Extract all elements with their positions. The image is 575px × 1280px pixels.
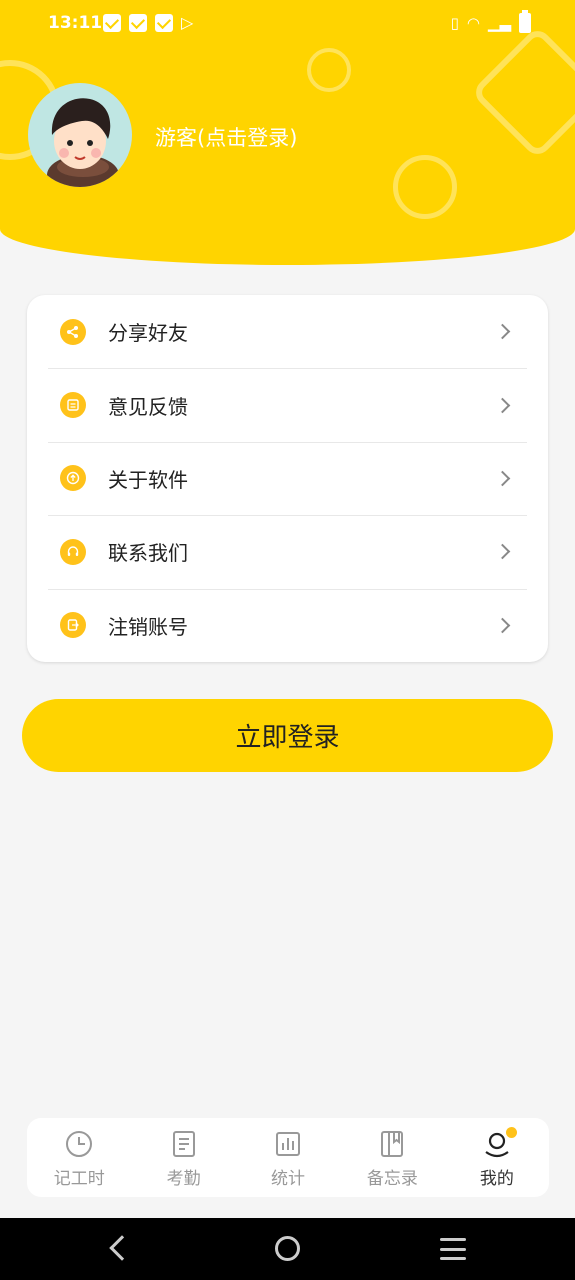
feedback-icon — [60, 392, 86, 419]
tab-work-hours[interactable]: 记工时 — [27, 1118, 131, 1197]
status-bar: 13:11 ▷ ▯ ◠ ▁▃ — [0, 0, 575, 48]
menu-item-about[interactable]: 关于软件 — [27, 441, 548, 515]
battery-icon — [519, 10, 531, 33]
headset-icon — [60, 538, 86, 565]
notebook-icon — [378, 1130, 406, 1158]
tab-label: 我的 — [479, 1169, 514, 1189]
back-icon[interactable] — [109, 1235, 135, 1261]
clock-icon — [65, 1130, 93, 1158]
status-indicators: ▯ ◠ ▁▃ — [450, 10, 531, 33]
profile-header: 13:11 ▷ ▯ ◠ ▁▃ 游客(点击登录) — [0, 0, 575, 265]
mail-icon — [129, 14, 147, 32]
tab-label: 统计 — [271, 1169, 306, 1189]
menu-label: 意见反馈 — [108, 394, 188, 419]
home-icon[interactable] — [275, 1236, 300, 1261]
active-indicator-dot — [505, 1127, 517, 1138]
play-store-icon: ▷ — [181, 13, 194, 32]
menu-label: 分享好友 — [108, 321, 188, 346]
menu-item-contact[interactable]: 联系我们 — [27, 515, 548, 588]
document-icon — [170, 1130, 198, 1158]
menu-item-delete-account[interactable]: 注销账号 — [27, 588, 548, 662]
system-nav-bar — [0, 1218, 575, 1280]
menu-label: 注销账号 — [108, 614, 188, 639]
about-icon — [60, 465, 86, 492]
tab-label: 备忘录 — [366, 1169, 418, 1189]
status-time: 13:11 — [48, 13, 103, 33]
chevron-right-icon — [494, 544, 511, 560]
menu-label: 联系我们 — [108, 541, 188, 566]
menu-item-share[interactable]: 分享好友 — [27, 295, 548, 368]
tab-memo[interactable]: 备忘录 — [340, 1118, 444, 1197]
login-button[interactable]: 立即登录 — [22, 699, 553, 772]
bar-chart-icon — [274, 1130, 302, 1158]
share-icon — [60, 318, 86, 345]
tab-attendance[interactable]: 考勤 — [131, 1118, 235, 1197]
decor-circle — [393, 155, 457, 219]
chevron-right-icon — [494, 617, 511, 634]
mail-icon — [155, 14, 173, 32]
chevron-right-icon — [494, 323, 511, 340]
menu-item-feedback[interactable]: 意见反馈 — [27, 368, 548, 441]
avatar[interactable] — [28, 83, 132, 187]
menu-label: 关于软件 — [108, 467, 188, 492]
vibrate-icon: ▯ — [450, 14, 459, 32]
chevron-right-icon — [494, 397, 511, 413]
tab-label: 记工时 — [53, 1169, 105, 1189]
bottom-tab-bar: 记工时 考勤 统计 备忘录 我的 — [27, 1118, 549, 1197]
decor-circle — [307, 48, 351, 92]
mail-icon — [103, 14, 121, 32]
wifi-icon: ◠ — [466, 14, 480, 32]
tab-label: 考勤 — [166, 1169, 201, 1189]
recent-apps-icon[interactable] — [440, 1238, 466, 1260]
avatar-illustration — [47, 98, 119, 187]
logout-icon — [60, 612, 86, 639]
chevron-right-icon — [494, 470, 511, 487]
profile-icon — [483, 1127, 517, 1158]
settings-menu: 分享好友 意见反馈 关于软件 联系我们 注销账号 — [27, 295, 548, 662]
tab-statistics[interactable]: 统计 — [236, 1118, 340, 1197]
tab-mine[interactable]: 我的 — [445, 1118, 549, 1197]
user-login-name[interactable]: 游客(点击登录) — [155, 122, 297, 152]
signal-icon: ▁▃ — [487, 14, 511, 32]
